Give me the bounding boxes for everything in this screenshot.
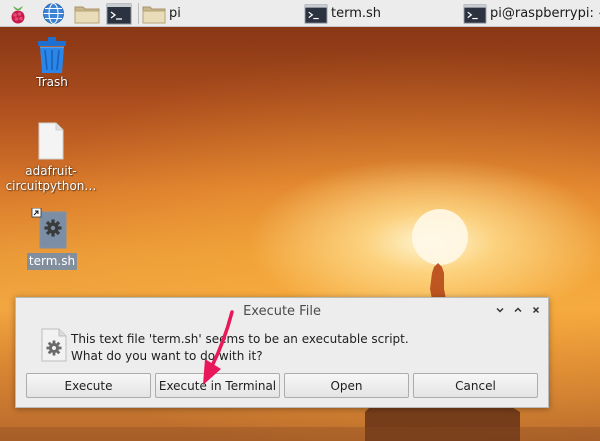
minimize-button[interactable] [493,303,507,317]
terminal-icon [106,3,132,24]
script-file-icon-container [41,328,67,366]
folder-icon [74,6,100,23]
taskbar: pi term.sh pi@raspberrypi: ~ [0,0,600,27]
main-menu-button[interactable] [7,2,33,25]
file-manager-launcher[interactable] [73,2,103,25]
dialog-message-line1: This text file 'term.sh' seems to be an … [71,332,409,346]
taskbar-window-term-sh[interactable]: term.sh [304,2,454,25]
dialog-message-line2: What do you want to do with it? [71,349,263,363]
script-file-icon [31,208,67,249]
trash-icon [38,37,66,73]
taskbar-window-term-sh-label: term.sh [331,6,382,21]
taskbar-window-pi[interactable]: pi [141,2,296,25]
adafruit-file-label-line2: circuitpython… [5,179,97,193]
taskbar-window-pi-label: pi [169,6,181,21]
file-icon [38,122,64,160]
cancel-button[interactable]: Cancel [413,373,538,398]
taskbar-separator [138,3,139,24]
desktop-icon-adafruit-file[interactable]: adafruit- circuitpython… [1,121,101,194]
terminal-icon [304,3,328,24]
taskbar-window-terminal[interactable]: pi@raspberrypi: ~ [463,2,600,25]
dialog-title: Execute File [243,303,321,319]
terminal-icon [463,3,487,24]
globe-icon [43,3,64,24]
execute-in-terminal-button[interactable]: Execute in Terminal [155,373,280,398]
raspberry-pi-icon [11,5,25,23]
web-browser-launcher[interactable] [42,2,68,25]
adafruit-file-label-line1: adafruit- [25,164,77,178]
dialog-titlebar[interactable]: Execute File [16,298,548,324]
close-button[interactable] [529,303,543,317]
script-file-icon [41,328,67,362]
maximize-button[interactable] [511,303,525,317]
execute-button[interactable]: Execute [26,373,151,398]
terminal-launcher[interactable] [106,2,134,25]
desktop-icon-trash[interactable]: Trash [2,35,102,90]
close-icon [532,306,540,314]
taskbar-window-terminal-label: pi@raspberrypi: ~ [490,6,600,21]
dialog-message: This text file 'term.sh' seems to be an … [71,331,409,365]
chevron-up-icon [514,307,522,313]
desktop-icon-term-sh[interactable]: term.sh [2,208,102,270]
open-button[interactable]: Open [284,373,409,398]
folder-icon [142,6,166,23]
trash-label: Trash [36,75,68,89]
chevron-down-icon [496,307,504,313]
term-sh-label: term.sh [26,253,78,270]
